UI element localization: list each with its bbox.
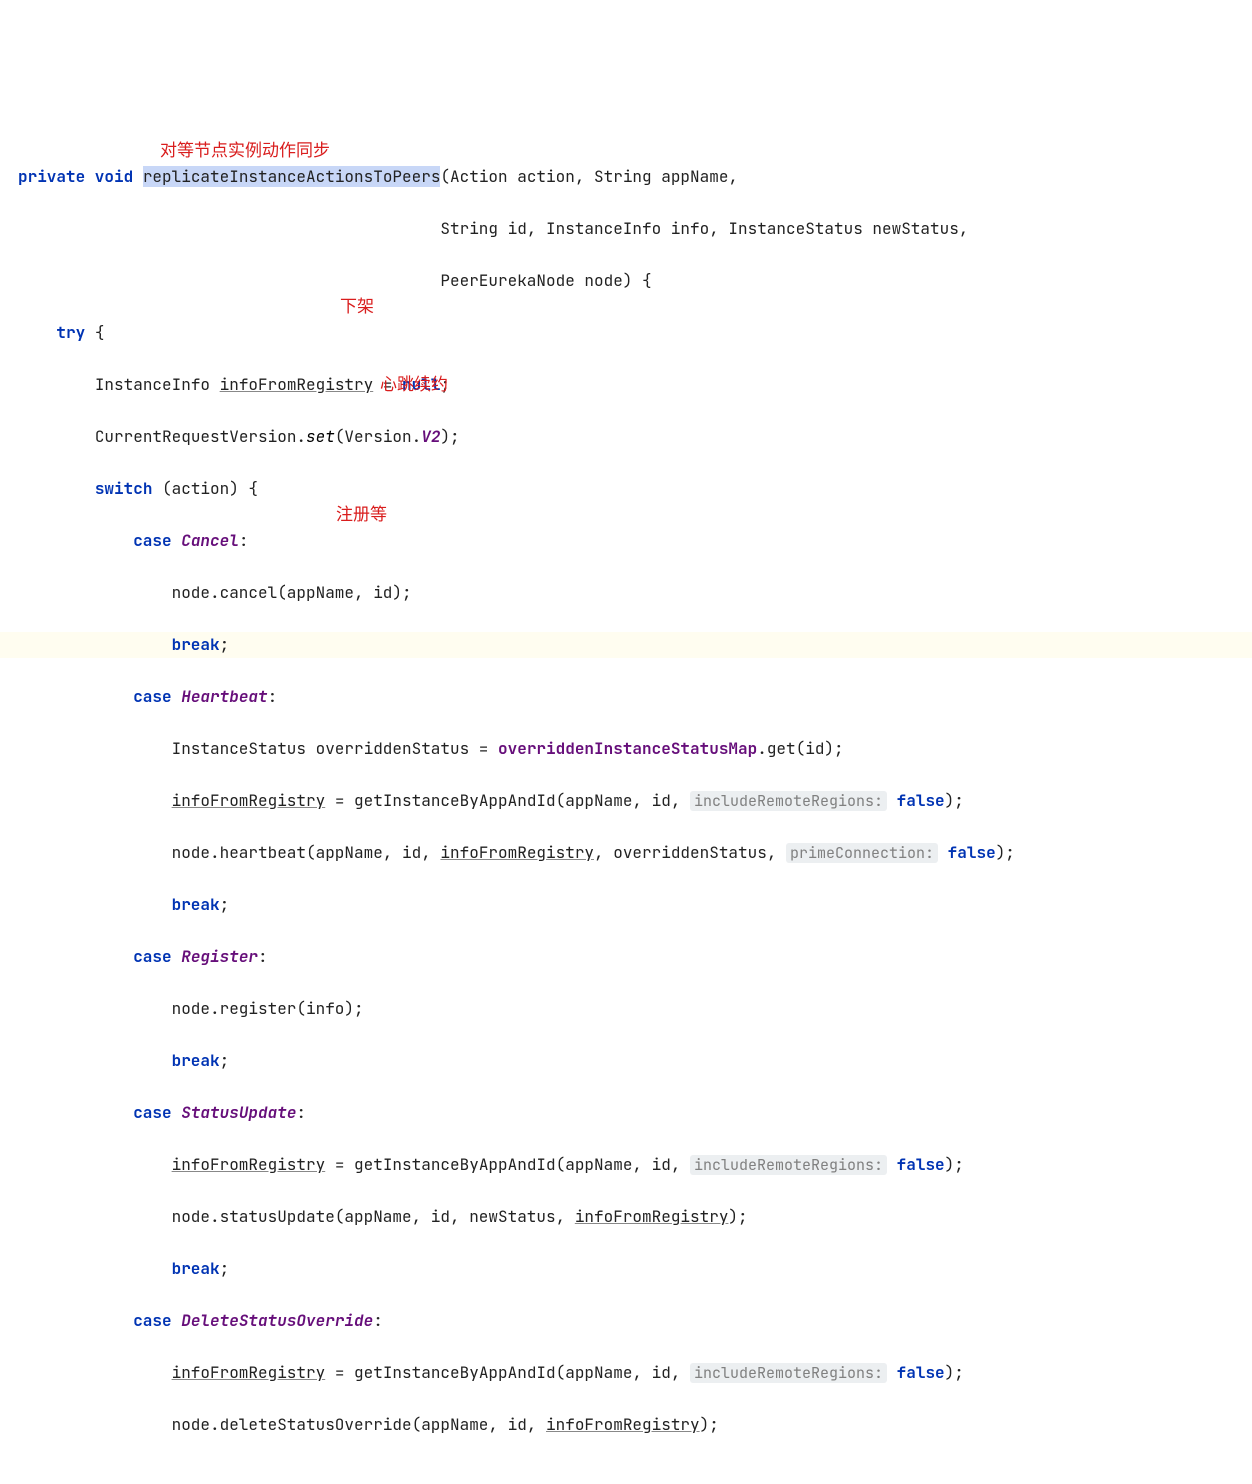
params-line2: String id, InstanceInfo info, InstanceSt… [440,218,968,239]
keyword-break: break [172,1258,220,1279]
code-line: infoFromRegistry = getInstanceByAppAndId… [0,1360,1252,1386]
static-method-set: set [306,426,335,447]
keyword-break: break [172,634,220,655]
local-var-infoFromRegistry: infoFromRegistry [172,790,326,811]
keyword-false: false [897,1362,945,1383]
code-line: case Cancel: [0,528,1252,554]
keyword-break: break [172,1050,220,1071]
code-line: node.cancel(appName, id); [0,580,1252,606]
code-line: node.register(info); [0,996,1252,1022]
keyword-break: break [172,894,220,915]
enum-const-heartbeat: Heartbeat [181,686,267,707]
code-line: case Register: [0,944,1252,970]
params-line3: PeerEurekaNode node) { [440,270,651,291]
code-line: break; [0,1256,1252,1282]
arg-infoFromRegistry: infoFromRegistry [546,1414,700,1435]
annotation-cancel: 下架 [340,294,374,320]
enum-const-statusupdate: StatusUpdate [181,1102,296,1123]
code-line: node.heartbeat(appName, id, infoFromRegi… [0,840,1252,866]
enum-const-deletestatusoverride: DeleteStatusOverride [181,1310,373,1331]
keyword-case: case [133,1310,171,1331]
annotation-register: 注册等 [336,502,387,528]
annotation-method-desc: 对等节点实例动作同步 [160,138,330,164]
code-line: private void replicateInstanceActionsToP… [0,164,1252,190]
code-line-highlighted: break; [0,632,1252,658]
code-line: node.deleteStatusOverride(appName, id, i… [0,1412,1252,1438]
code-line: break; [0,1048,1252,1074]
call-cancel: node.cancel(appName, id); [172,582,412,603]
method-name-highlighted: replicateInstanceActionsToPeers [143,166,441,187]
code-line: switch (action) { [0,476,1252,502]
keyword-case: case [133,946,171,967]
code-line: case StatusUpdate: [0,1100,1252,1126]
keyword-switch: switch [95,478,153,499]
code-line: node.statusUpdate(appName, id, newStatus… [0,1204,1252,1230]
local-var-infoFromRegistry: infoFromRegistry [220,374,374,395]
code-line: infoFromRegistry = getInstanceByAppAndId… [0,788,1252,814]
code-line: String id, InstanceInfo info, InstanceSt… [0,216,1252,242]
enum-const-register: Register [181,946,258,967]
keyword-case: case [133,1102,171,1123]
code-line: InstanceInfo infoFromRegistry = null; [0,372,1252,398]
code-line: infoFromRegistry = getInstanceByAppAndId… [0,1152,1252,1178]
keyword-false: false [897,1154,945,1175]
param-hint-includeRemoteRegions: includeRemoteRegions: [690,1363,887,1383]
enum-const-cancel: Cancel [181,530,239,551]
keyword-case: case [133,686,171,707]
arg-infoFromRegistry: infoFromRegistry [575,1206,729,1227]
keyword-false: false [948,842,996,863]
keyword-false: false [897,790,945,811]
keyword-try: try [56,322,85,343]
code-line: case Heartbeat: [0,684,1252,710]
param-hint-includeRemoteRegions: includeRemoteRegions: [690,1155,887,1175]
params-line1: (Action action, String appName, [440,166,738,187]
field-overriddenInstanceStatusMap: overriddenInstanceStatusMap [498,738,757,759]
keyword-private-void: private void [18,166,133,187]
local-var-infoFromRegistry: infoFromRegistry [172,1154,326,1175]
local-var-infoFromRegistry: infoFromRegistry [172,1362,326,1383]
code-line: InstanceStatus overriddenStatus = overri… [0,736,1252,762]
keyword-case: case [133,530,171,551]
enum-const-v2: V2 [421,426,440,447]
code-line: break; [0,892,1252,918]
call-register: node.register(info); [172,998,364,1019]
code-line: CurrentRequestVersion.set(Version.V2); [0,424,1252,450]
param-hint-primeConnection: primeConnection: [786,843,938,863]
code-line: try { [0,320,1252,346]
code-line: case DeleteStatusOverride: [0,1308,1252,1334]
param-hint-includeRemoteRegions: includeRemoteRegions: [690,791,887,811]
annotation-heartbeat: 心跳续约 [380,372,448,398]
code-line: PeerEurekaNode node) { [0,268,1252,294]
code-editor-area[interactable]: private void replicateInstanceActionsToP… [0,104,1252,1484]
arg-infoFromRegistry: infoFromRegistry [440,842,594,863]
